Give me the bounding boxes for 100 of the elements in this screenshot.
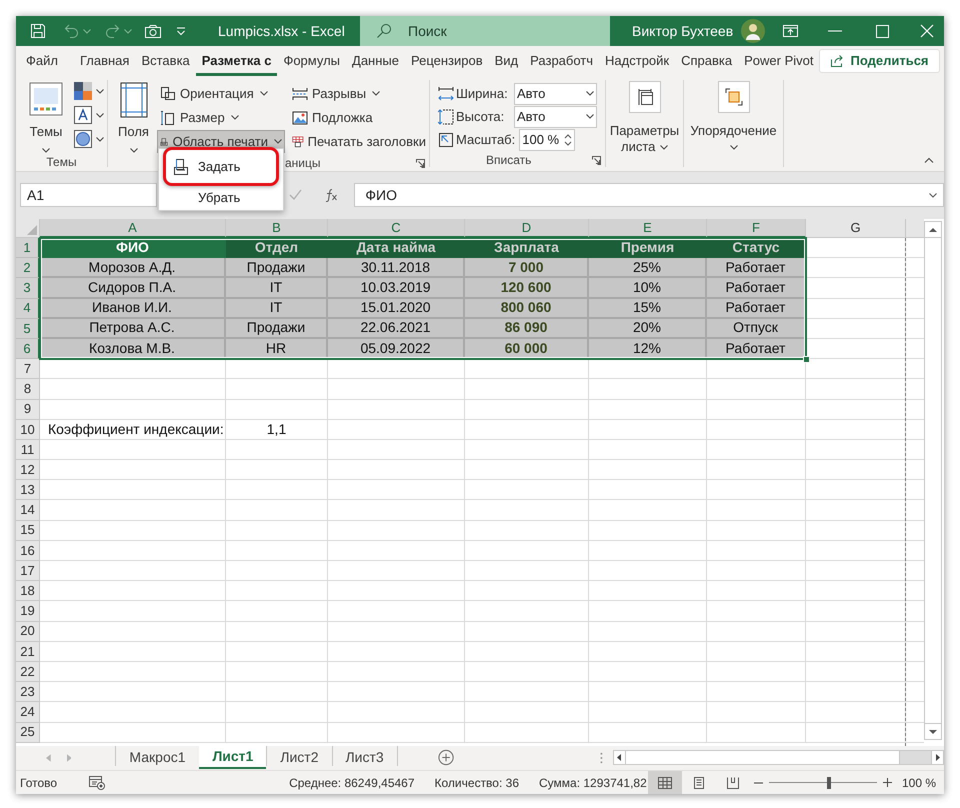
save-icon[interactable] <box>30 23 46 39</box>
row-header[interactable]: 13 <box>16 480 40 500</box>
ribbon-command[interactable]: Ориентация <box>157 82 285 105</box>
camera-icon[interactable] <box>144 24 162 38</box>
ribbon-command[interactable]: Размер <box>157 106 285 129</box>
row-header[interactable]: 23 <box>16 682 40 702</box>
sheet-options-button[interactable]: Параметры листа <box>606 80 683 155</box>
formula-field[interactable]: ФИО <box>354 183 944 207</box>
row-header[interactable]: 15 <box>16 520 40 541</box>
ribbon-tab[interactable]: Разметка с <box>196 46 278 76</box>
ribbon-display-icon[interactable] <box>783 25 798 37</box>
row-header[interactable]: 20 <box>16 622 40 642</box>
search-field[interactable]: Поиск <box>360 16 610 46</box>
row-header[interactable]: 22 <box>16 662 40 682</box>
zoom-slider[interactable] <box>768 776 877 788</box>
sheet-tab[interactable]: Лист1 <box>199 746 266 769</box>
column-header[interactable]: E <box>589 219 707 238</box>
horizontal-scrollbar[interactable] <box>612 750 944 765</box>
ribbon-tab[interactable]: Формулы <box>277 46 346 76</box>
sheet-tab[interactable]: Лист3 <box>332 746 397 769</box>
zoom-level[interactable]: 100 % <box>902 774 936 792</box>
fill-handle[interactable] <box>803 356 810 364</box>
undo-icon[interactable] <box>64 24 79 38</box>
menu-item[interactable]: Убрать <box>163 186 279 210</box>
column-header[interactable]: F <box>707 219 806 238</box>
scrollbar-thumb[interactable] <box>626 751 900 764</box>
theme-effects-dropdown[interactable] <box>74 130 104 148</box>
scrollbar-thumb[interactable] <box>924 238 942 723</box>
row-header[interactable]: 25 <box>16 722 40 743</box>
row-header[interactable]: 9 <box>16 400 40 420</box>
theme-fonts-dropdown[interactable] <box>74 106 104 124</box>
scroll-up-button[interactable] <box>924 221 942 238</box>
minimize-icon[interactable] <box>828 30 842 32</box>
more-icon[interactable] <box>600 752 603 764</box>
column-header[interactable]: D <box>465 219 589 238</box>
ribbon-tab[interactable]: Справка <box>675 46 738 76</box>
close-icon[interactable] <box>920 24 934 38</box>
column-header[interactable]: A <box>40 219 226 238</box>
themes-button[interactable]: Темы <box>24 82 68 152</box>
column-header[interactable]: C <box>328 219 465 238</box>
user-name[interactable]: Виктор Бухтеев <box>632 20 734 42</box>
dialog-launcher-icon[interactable] <box>416 158 425 168</box>
ribbon-command[interactable]: Разрывы <box>289 82 429 105</box>
ribbon-tab[interactable]: Рецензиров <box>404 46 489 76</box>
row-header[interactable]: 19 <box>16 601 40 622</box>
ribbon-command[interactable]: Печатать заголовки <box>289 130 429 153</box>
zoom-in-icon[interactable] <box>882 778 892 787</box>
sheet-tab[interactable]: Лист2 <box>267 746 332 769</box>
theme-colors-dropdown[interactable] <box>74 82 104 100</box>
row-header[interactable]: 6 <box>16 338 40 360</box>
avatar[interactable] <box>741 19 766 43</box>
row-header[interactable]: 8 <box>16 379 40 400</box>
row-header[interactable]: 21 <box>16 642 40 662</box>
row-header[interactable]: 4 <box>16 298 40 319</box>
row-header[interactable]: 18 <box>16 581 40 602</box>
column-header[interactable]: B <box>226 219 328 238</box>
row-header[interactable]: 24 <box>16 702 40 722</box>
arrange-button[interactable]: Упорядочение <box>684 80 783 150</box>
row-header[interactable]: 7 <box>16 359 40 380</box>
scroll-down-button[interactable] <box>924 723 942 740</box>
ribbon-tab[interactable]: Вставка <box>135 46 196 76</box>
sheet-tab[interactable]: Макрос1 <box>116 746 199 769</box>
collapse-ribbon-icon[interactable] <box>924 157 934 163</box>
name-box[interactable]: A1 <box>20 183 158 207</box>
column-header[interactable]: G <box>806 219 906 238</box>
scroll-right-button[interactable] <box>931 751 944 764</box>
row-header[interactable]: 3 <box>16 278 40 299</box>
row-header[interactable]: 2 <box>16 258 40 278</box>
margins-button[interactable]: Поля <box>116 82 151 154</box>
ribbon-command[interactable]: Подложка <box>289 106 429 129</box>
macro-record-icon[interactable] <box>89 776 106 790</box>
slider-thumb[interactable] <box>827 776 832 788</box>
customize-icon[interactable] <box>176 26 186 36</box>
ribbon-tab[interactable]: Надстройк <box>599 46 676 76</box>
row-header[interactable]: 11 <box>16 440 40 460</box>
menu-item[interactable]: Задать <box>163 147 279 186</box>
maximize-icon[interactable] <box>876 24 889 38</box>
add-sheet-icon[interactable] <box>438 749 454 766</box>
row-header[interactable]: 14 <box>16 500 40 521</box>
dropdown-field[interactable]: Авто <box>514 82 597 104</box>
row-header[interactable]: 12 <box>16 460 40 480</box>
ribbon-tab[interactable]: Вид <box>488 46 524 76</box>
share-button[interactable]: Поделиться <box>819 49 940 73</box>
view-button[interactable] <box>648 770 682 794</box>
ribbon-tab[interactable]: Power Pivot <box>738 46 820 76</box>
dropdown-field[interactable]: Авто <box>514 106 597 128</box>
ribbon-tab[interactable]: Файл <box>20 46 64 76</box>
ribbon-tab[interactable]: Разработч <box>524 46 600 76</box>
row-header[interactable]: 16 <box>16 540 40 561</box>
ribbon-tab[interactable]: Данные <box>346 46 405 76</box>
scroll-left-button[interactable] <box>614 751 626 764</box>
dialog-launcher-icon[interactable] <box>592 156 601 164</box>
row-header[interactable]: 10 <box>16 420 40 440</box>
spinner-field[interactable]: 100 % <box>519 128 576 150</box>
row-header[interactable]: 1 <box>16 238 40 258</box>
redo-icon[interactable] <box>105 24 120 38</box>
ribbon-tab[interactable]: Главная <box>74 46 136 76</box>
row-header[interactable]: 17 <box>16 561 40 582</box>
row-header[interactable]: 5 <box>16 318 40 339</box>
insert-function-icon[interactable] <box>324 188 338 202</box>
